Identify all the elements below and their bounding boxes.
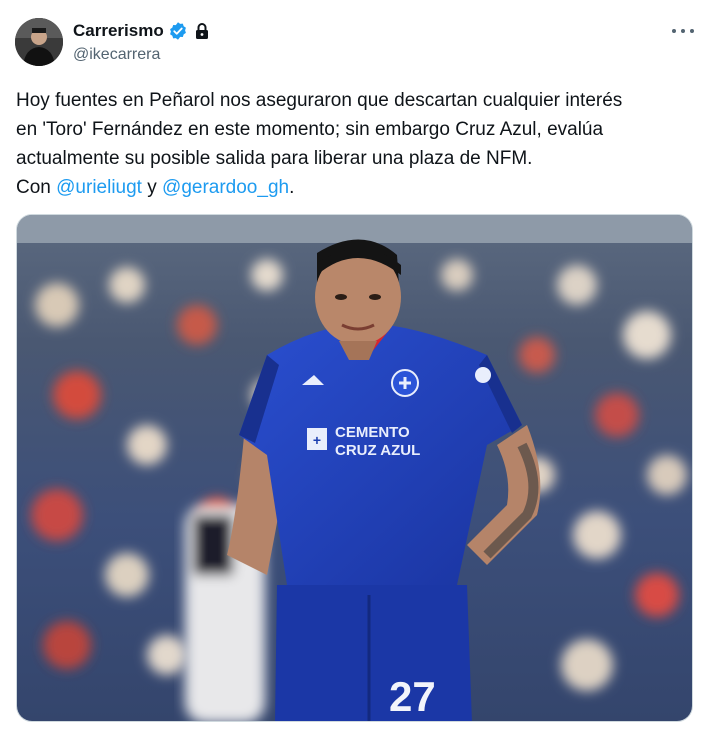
tweet-text-con: Con — [16, 177, 57, 198]
verified-badge-icon — [169, 22, 186, 40]
author-block: Carrerismo @ikecarrera — [73, 20, 210, 64]
mention-link-urieliugt[interactable]: @urieliugt — [56, 177, 142, 198]
avatar[interactable] — [15, 18, 63, 66]
tweet-line-1: Hoy fuentes en Peñarol nos aseguraron qu… — [16, 90, 623, 111]
tweet-line-2: en 'Toro' Fernández en este momento; sin… — [16, 119, 604, 140]
shorts-number: 27 — [389, 673, 436, 720]
avatar-photo — [15, 18, 63, 66]
tweet-line-3: actualmente su posible salida para liber… — [16, 148, 533, 169]
mention-link-gerardoo-gh[interactable]: @gerardoo_gh — [162, 177, 289, 198]
lock-icon — [195, 23, 208, 39]
player-photo: + CEMENTO CRUZ AZUL 27 — [17, 215, 692, 721]
jersey-text-cemento: CEMENTO — [335, 424, 410, 441]
svg-text:+: + — [313, 432, 321, 448]
tweet-media-photo[interactable]: + CEMENTO CRUZ AZUL 27 — [16, 214, 693, 722]
tweet-text: Hoy fuentes en Peñarol nos aseguraron qu… — [16, 86, 696, 202]
tweet-text-y: y — [141, 177, 163, 198]
tweet-line-4: Con @urieliugt y @gerardoo_gh. — [16, 173, 696, 202]
author-name[interactable]: Carrerismo — [73, 21, 164, 41]
more-options-icon[interactable] — [672, 22, 694, 40]
jersey-text-cruz-azul: CRUZ AZUL — [335, 442, 420, 459]
author-handle[interactable]: @ikecarrera — [73, 46, 210, 64]
tweet-text-period: . — [289, 177, 295, 198]
